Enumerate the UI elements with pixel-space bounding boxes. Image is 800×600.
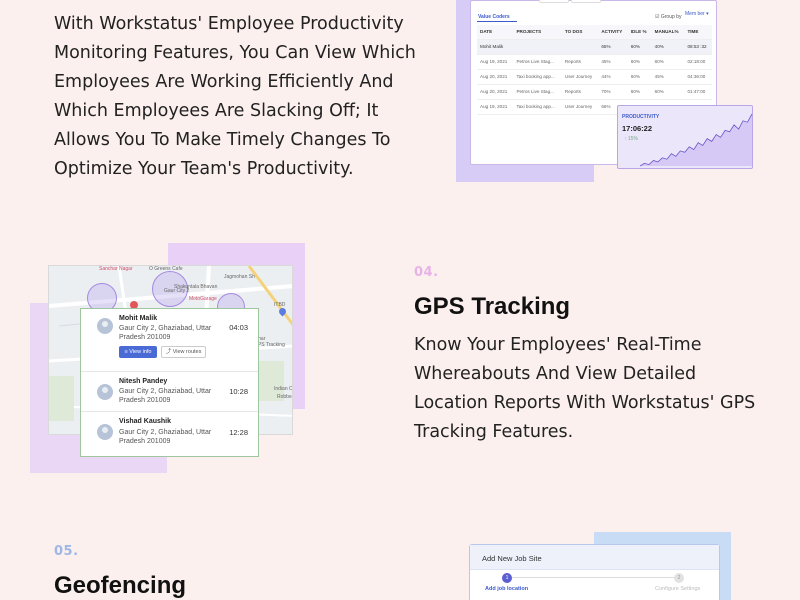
group-by-select[interactable]: Mem ber ▾ bbox=[685, 12, 711, 17]
view-info-button[interactable]: ≡ View info bbox=[119, 346, 157, 358]
employee-name: Vishad Kaushik bbox=[119, 418, 172, 425]
column-header[interactable]: TO DOS bbox=[561, 25, 599, 40]
table-cell: Aug 19, 2021 bbox=[477, 54, 514, 70]
table-cell: 04:36:00 bbox=[684, 69, 712, 85]
table-cell: 44% bbox=[598, 69, 628, 85]
table-row[interactable]: Aug 20, 2021 Petros Live Stag... Reports 70… bbox=[477, 84, 712, 100]
step-2-indicator[interactable]: 2 bbox=[674, 573, 684, 583]
table-cell: Petros Live Stag... bbox=[513, 54, 562, 70]
map-label: MotoGarage bbox=[189, 296, 217, 302]
tab-underline bbox=[477, 21, 517, 22]
map-label: Gaur City 2 bbox=[164, 288, 190, 294]
productivity-table: DATE PROJECTS TO DOS ACTIVITY IDLE % MANUAL% T… bbox=[477, 25, 712, 115]
column-header[interactable]: ACTIVITY bbox=[598, 25, 628, 40]
list-icon: ≡ bbox=[124, 349, 128, 355]
view-info-label: View info bbox=[129, 349, 152, 355]
table-cell: 60% bbox=[627, 84, 652, 100]
avatar bbox=[97, 384, 113, 400]
employee-time: 10:28 bbox=[229, 387, 248, 396]
group-by-value: Mem ber bbox=[685, 11, 705, 17]
employee-row[interactable]: Nitesh Pandey Gaur City 2, Ghaziabad, Ut… bbox=[81, 371, 258, 411]
map-label: Sanchar Nagar bbox=[99, 266, 133, 272]
table-cell: User Journey bbox=[561, 69, 599, 85]
section-number: 05. bbox=[54, 544, 79, 559]
table-cell: 60% bbox=[651, 54, 685, 70]
step-2-label: Configure Settings bbox=[655, 586, 701, 592]
route-icon: ⤴ bbox=[165, 349, 172, 355]
table-cell: Mohit Malik bbox=[477, 39, 514, 55]
table-cell bbox=[561, 39, 599, 55]
column-header[interactable]: TIME bbox=[684, 25, 712, 40]
column-header[interactable]: MANUAL% bbox=[651, 25, 685, 40]
step-1-label: Add job location bbox=[485, 586, 529, 592]
map-label: Indian Oil bbox=[274, 386, 293, 392]
table-cell: 08:53 :32 bbox=[684, 39, 712, 55]
map-label: O Greens Cafe bbox=[149, 266, 183, 272]
table-cell: 65% bbox=[598, 39, 628, 55]
view-routes-label: View routes bbox=[172, 349, 202, 355]
table-cell: Taxi booking app... bbox=[513, 99, 562, 115]
avatar bbox=[97, 318, 113, 334]
team-tab-label[interactable]: Value Coders bbox=[478, 14, 510, 20]
map-label: Jagmohan Sh bbox=[224, 274, 255, 280]
filter-chip[interactable] bbox=[539, 0, 569, 3]
table-cell: 02:18:00 bbox=[684, 54, 712, 70]
section-title: GPS Tracking bbox=[414, 293, 571, 320]
table-cell: Aug 20, 2021 bbox=[477, 69, 514, 85]
productivity-description: With Workstatus' Employee Productivity M… bbox=[54, 14, 416, 179]
table-cell: Reports bbox=[561, 84, 599, 100]
table-cell: 70% bbox=[598, 84, 628, 100]
productivity-chart-card: PRODUCTIVITY 17:06:22 ↑ 15% bbox=[617, 105, 753, 169]
table-cell: 60% bbox=[651, 84, 685, 100]
table-cell bbox=[513, 39, 562, 55]
job-site-title: Add New Job Site bbox=[482, 554, 542, 563]
add-job-site-card: Add New Job Site 1 Add job location 2 Co… bbox=[469, 544, 720, 600]
avatar bbox=[97, 424, 113, 440]
section-title: Geofencing bbox=[54, 572, 187, 599]
productivity-sparkline bbox=[639, 113, 753, 167]
employee-address: Gaur City 2, Ghaziabad, Uttar Pradesh 20… bbox=[119, 388, 212, 404]
stepper-line bbox=[512, 577, 678, 578]
map-label: ITBD bbox=[274, 302, 286, 308]
table-cell: 60% bbox=[627, 54, 652, 70]
table-cell: 40% bbox=[651, 39, 685, 55]
employee-address: Gaur City 2, Ghaziabad, Uttar Pradesh 20… bbox=[119, 429, 212, 445]
map-label: Robbers Deco bbox=[277, 394, 292, 400]
table-cell: Taxi booking app... bbox=[513, 69, 562, 85]
employee-row[interactable]: Mohit Malik Gaur City 2, Ghaziabad, Utta… bbox=[81, 309, 258, 371]
view-routes-button[interactable]: ⤴ View routes bbox=[161, 346, 206, 358]
table-header-row: DATE PROJECTS TO DOS ACTIVITY IDLE % MANUAL% T… bbox=[477, 25, 712, 40]
table-cell: Aug 20, 2021 bbox=[477, 84, 514, 100]
table-cell: User Journey bbox=[561, 99, 599, 115]
column-header[interactable]: DATE bbox=[477, 25, 514, 40]
table-cell: 60% bbox=[627, 69, 652, 85]
table-cell: 45% bbox=[598, 54, 628, 70]
employee-location-panel: Mohit Malik Gaur City 2, Ghaziabad, Utta… bbox=[80, 308, 259, 457]
employee-time: 12:28 bbox=[229, 428, 248, 437]
table-cell: 45% bbox=[651, 69, 685, 85]
section-number: 04. bbox=[414, 265, 439, 280]
employee-address: Gaur City 2, Ghaziabad, Uttar Pradesh 20… bbox=[119, 325, 212, 341]
table-cell: 60% bbox=[627, 39, 652, 55]
employee-time: 04:03 bbox=[229, 323, 248, 332]
step-1-indicator[interactable]: 1 bbox=[502, 573, 512, 583]
employee-name: Mohit Malik bbox=[119, 315, 158, 322]
group-by-text: Group by bbox=[660, 14, 682, 20]
gps-description: Know Your Employees' Real-Time Whereabou… bbox=[414, 335, 756, 442]
table-row[interactable]: Mohit Malik 65% 60% 40% 08:53 :32 bbox=[477, 39, 712, 55]
employee-row[interactable]: Vishad Kaushik Gaur City 2, Ghaziabad, U… bbox=[81, 411, 258, 457]
table-row[interactable]: Aug 19, 2021 Petros Live Stag... Reports 45… bbox=[477, 54, 712, 70]
table-cell: 01:47:00 bbox=[684, 84, 712, 100]
table-cell: Petros Live Stag... bbox=[513, 84, 562, 100]
column-header[interactable]: IDLE % bbox=[627, 25, 652, 40]
table-row[interactable]: Aug 20, 2021 Taxi booking app... User Jour… bbox=[477, 69, 712, 85]
column-header[interactable]: PROJECTS bbox=[513, 25, 562, 40]
table-cell: Reports bbox=[561, 54, 599, 70]
table-cell: Aug 19, 2021 bbox=[477, 99, 514, 115]
filter-chip[interactable] bbox=[571, 0, 601, 3]
employee-name: Nitesh Pandey bbox=[119, 378, 168, 385]
group-by-label: ☑ Group by bbox=[655, 14, 682, 20]
